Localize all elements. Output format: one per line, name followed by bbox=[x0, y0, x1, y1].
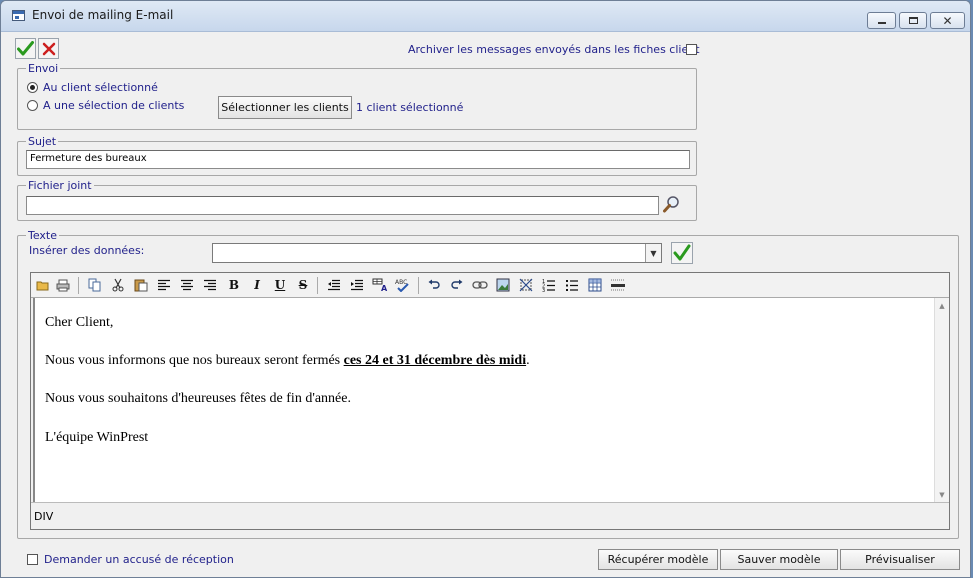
svg-text:ABC: ABC bbox=[395, 279, 407, 286]
close-icon: ✕ bbox=[942, 13, 953, 28]
envoi-legend: Envoi bbox=[28, 62, 59, 75]
selected-count: 1 client sélectionné bbox=[356, 101, 464, 114]
archive-label: Archiver les messages envoyés dans les f… bbox=[408, 43, 700, 56]
radio-selected-client[interactable] bbox=[27, 82, 38, 93]
title-bar[interactable]: Envoi de mailing E-mail ✕ bbox=[1, 1, 970, 32]
remove-format-icon[interactable] bbox=[518, 277, 534, 293]
cut-icon[interactable] bbox=[110, 277, 126, 293]
svg-text:A: A bbox=[381, 284, 388, 292]
open-icon[interactable] bbox=[35, 277, 51, 293]
browse-file-button[interactable] bbox=[662, 194, 682, 214]
check-green-icon bbox=[17, 41, 34, 56]
print-icon[interactable] bbox=[55, 277, 71, 293]
attachment-input[interactable] bbox=[26, 196, 659, 215]
ordered-list-icon[interactable]: 123 bbox=[541, 277, 557, 293]
html-editor: B I U S A ABC 1 2 3 Cher Client, Nous vo… bbox=[30, 272, 950, 530]
redo-icon[interactable] bbox=[449, 277, 465, 293]
editor-paragraph: Nous vous souhaitons d'heureuses fêtes d… bbox=[45, 391, 351, 406]
radio-selected-client-label[interactable]: Au client sélectionné bbox=[43, 81, 158, 94]
subject-legend: Sujet bbox=[28, 135, 57, 148]
horizontal-rule-icon[interactable] bbox=[610, 277, 626, 293]
toolbar-separator bbox=[317, 277, 318, 294]
select-clients-button[interactable]: Sélectionner les clients bbox=[218, 96, 352, 119]
table-icon[interactable] bbox=[587, 277, 603, 293]
strikethrough-icon[interactable]: S bbox=[295, 277, 311, 293]
app-window-icon bbox=[12, 10, 25, 21]
editor-content[interactable]: Cher Client, Nous vous informons que nos… bbox=[33, 298, 935, 503]
indent-icon[interactable] bbox=[349, 277, 365, 293]
copy-icon[interactable] bbox=[87, 277, 103, 293]
image-icon[interactable] bbox=[495, 277, 511, 293]
cancel-button[interactable] bbox=[38, 38, 59, 59]
font-color-icon[interactable]: A bbox=[372, 277, 388, 293]
save-template-button[interactable]: Sauver modèle bbox=[720, 549, 838, 570]
toolbar-separator bbox=[418, 277, 419, 294]
editor-text: Nous vous informons que nos bureaux sero… bbox=[45, 353, 344, 368]
editor-scrollbar[interactable]: ▲ ▼ bbox=[934, 298, 949, 503]
x-red-icon bbox=[42, 42, 55, 55]
unordered-list-icon[interactable] bbox=[564, 277, 580, 293]
recover-template-button[interactable]: Récupérer modèle bbox=[598, 549, 718, 570]
magnifier-icon bbox=[663, 196, 679, 213]
subject-input[interactable]: Fermeture des bureaux bbox=[26, 150, 690, 169]
text-legend: Texte bbox=[28, 229, 58, 242]
italic-icon[interactable]: I bbox=[249, 277, 265, 293]
insert-data-button[interactable] bbox=[671, 242, 693, 264]
editor-paragraph: L'équipe WinPrest bbox=[45, 430, 149, 445]
svg-text:3: 3 bbox=[542, 288, 545, 292]
maximize-icon bbox=[908, 17, 918, 24]
align-left-icon[interactable] bbox=[156, 277, 172, 293]
align-center-icon[interactable] bbox=[179, 277, 195, 293]
chevron-down-icon[interactable]: ▼ bbox=[645, 244, 661, 262]
minimize-icon bbox=[877, 22, 886, 24]
bold-icon[interactable]: B bbox=[226, 277, 242, 293]
validate-button[interactable] bbox=[15, 38, 36, 59]
attachment-legend: Fichier joint bbox=[28, 179, 92, 192]
editor-text: . bbox=[526, 353, 530, 368]
window-title: Envoi de mailing E-mail bbox=[32, 8, 174, 22]
editor-bold-text: ces 24 et 31 décembre dès midi bbox=[343, 353, 527, 368]
editor-paragraph: Nous vous informons que nos bureaux sero… bbox=[45, 353, 530, 369]
link-icon[interactable] bbox=[472, 277, 488, 293]
element-path: DIV bbox=[34, 510, 54, 523]
paste-icon[interactable] bbox=[133, 277, 149, 293]
read-receipt-label[interactable]: Demander un accusé de réception bbox=[44, 553, 234, 566]
minimize-button[interactable] bbox=[867, 12, 896, 29]
editor-toolbar: B I U S A ABC 1 2 3 bbox=[31, 273, 949, 298]
insert-data-label: Insérer des données: bbox=[29, 244, 145, 257]
align-right-icon[interactable] bbox=[202, 277, 218, 293]
outdent-icon[interactable] bbox=[326, 277, 342, 293]
maximize-button[interactable] bbox=[899, 12, 927, 29]
editor-status-bar: DIV bbox=[31, 502, 949, 529]
background-window-edge bbox=[0, 578, 973, 583]
toolbar-separator bbox=[78, 277, 79, 294]
radio-client-selection-label[interactable]: A une sélection de clients bbox=[43, 99, 184, 112]
radio-client-selection[interactable] bbox=[27, 100, 38, 111]
preview-button[interactable]: Prévisualiser bbox=[840, 549, 960, 570]
envoi-group: Envoi bbox=[17, 62, 697, 130]
insert-data-select[interactable]: ▼ bbox=[212, 243, 662, 263]
underline-icon[interactable]: U bbox=[272, 277, 288, 293]
check-green-icon bbox=[671, 242, 693, 264]
close-button[interactable]: ✕ bbox=[930, 12, 965, 29]
archive-checkbox[interactable] bbox=[686, 44, 697, 55]
read-receipt-checkbox[interactable] bbox=[27, 554, 38, 565]
mailing-dialog: Envoi de mailing E-mail ✕ Archiver les m… bbox=[0, 0, 971, 578]
spellcheck-icon[interactable]: ABC bbox=[395, 277, 411, 293]
scroll-up-icon[interactable]: ▲ bbox=[935, 300, 949, 312]
editor-paragraph: Cher Client, bbox=[45, 315, 114, 330]
scroll-down-icon[interactable]: ▼ bbox=[935, 489, 949, 501]
undo-icon[interactable] bbox=[426, 277, 442, 293]
